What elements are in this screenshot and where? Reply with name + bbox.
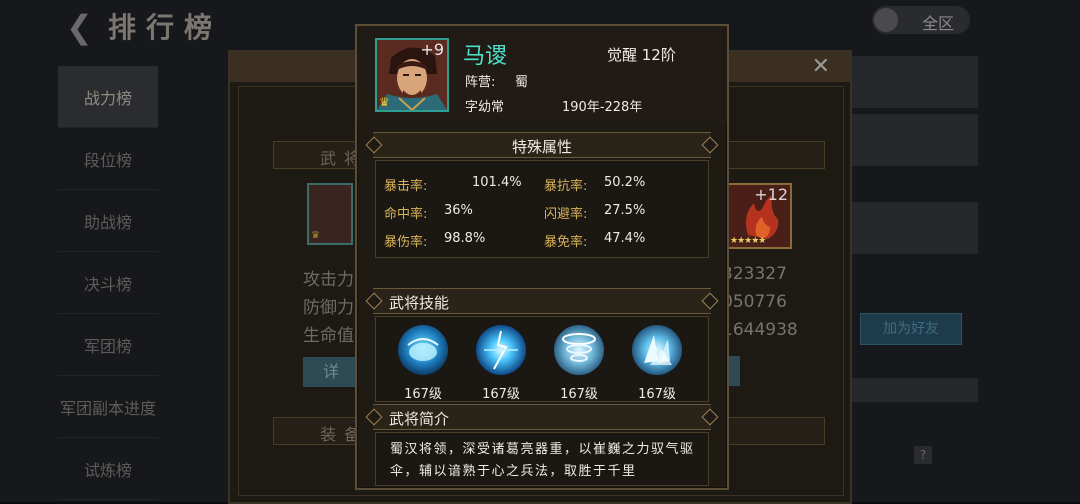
- lightning-icon: [484, 330, 518, 370]
- star-rating-icon: ★★★★★: [730, 236, 766, 246]
- shield-icon: [407, 338, 439, 361]
- skill-level: 167级: [404, 387, 442, 402]
- lightning-orb-skill-icon[interactable]: [476, 325, 526, 375]
- intro-title: 武将简介: [389, 410, 450, 428]
- attack-value: 323327: [722, 264, 787, 284]
- skill-level: 167级: [482, 387, 520, 402]
- attr-value-crit-immune: 47.4%: [604, 231, 646, 246]
- hero-portrait: +9 ♛: [375, 38, 449, 112]
- close-icon[interactable]: ✕: [812, 54, 830, 79]
- awaken-level: 觉醒 12阶: [607, 46, 676, 64]
- hero-header: +9 ♛ 马谡 觉醒 12阶 阵营: 蜀 字幼常 190年-228年: [357, 26, 727, 122]
- hp-value: 1644938: [722, 320, 798, 340]
- attr-label-crit-immune: 暴免率:: [544, 235, 588, 250]
- diamond-ornament-icon: [701, 292, 719, 310]
- add-friend-button[interactable]: 加为好友: [860, 313, 962, 345]
- side-item-power[interactable]: 战力榜: [58, 66, 158, 128]
- attr-value-dodge-rate: 27.5%: [604, 203, 646, 218]
- special-attrs-section-bar: 特殊属性: [365, 132, 719, 158]
- attr-label-crit-resist: 暴抗率:: [544, 179, 588, 194]
- diamond-ornament-icon: [365, 292, 383, 310]
- ranking-row[interactable]: [848, 378, 978, 402]
- ranking-row[interactable]: [848, 202, 978, 254]
- attr-label-dodge-rate: 闪避率:: [544, 207, 588, 222]
- page-title: 排行榜: [108, 11, 223, 44]
- tornado-icon: [562, 333, 596, 362]
- detail-button[interactable]: 详: [303, 357, 359, 387]
- stat-label-defense: 防御力: [303, 298, 354, 318]
- attr-label-crit-rate: 暴击率:: [384, 179, 428, 194]
- courtesy-name: 字幼常: [465, 100, 505, 115]
- intro-text: 蜀汉将领，深受诸葛亮器重，以崔巍之力驭气驱伞，辅以谙熟于心之兵法，取胜于千里: [390, 442, 695, 479]
- toggle-knob-icon: [874, 8, 898, 32]
- lifespan: 190年-228年: [562, 100, 643, 115]
- side-item-trial[interactable]: 试炼榜: [58, 438, 158, 500]
- side-item-assist[interactable]: 助战榜: [58, 190, 158, 252]
- skills-box: 167级 167级 167级 167级: [375, 316, 709, 402]
- faction-label: 阵营:: [465, 75, 496, 90]
- stat-label-hp: 生命值: [303, 326, 354, 346]
- side-item-rank[interactable]: 段位榜: [58, 128, 158, 190]
- attr-value-hit-rate: 36%: [444, 203, 473, 218]
- diamond-ornament-icon: [365, 408, 383, 426]
- hero-plus-badge: +9: [420, 40, 444, 59]
- crown-icon: ♛: [311, 230, 320, 241]
- special-attrs-title: 特殊属性: [511, 138, 572, 156]
- avatar[interactable]: ♛: [307, 183, 353, 245]
- attr-label-hit-rate: 命中率:: [384, 207, 428, 222]
- special-attrs-box: 暴击率: 101.4% 暴抗率: 50.2% 命中率: 36% 闪避率: 27.…: [375, 160, 709, 258]
- region-toggle[interactable]: 全区: [872, 6, 970, 34]
- faction-value: 蜀: [515, 75, 529, 90]
- equipped-hero-portrait[interactable]: +12 ★★★★★: [726, 183, 792, 249]
- defense-value: 050776: [722, 292, 787, 312]
- ranking-row[interactable]: [848, 56, 978, 108]
- water-shield-skill-icon[interactable]: [398, 325, 448, 375]
- ice-shard-icon: [644, 335, 672, 365]
- help-icon[interactable]: ?: [914, 446, 932, 464]
- skill-level: 167级: [638, 387, 676, 402]
- side-item-duel[interactable]: 决斗榜: [58, 252, 158, 314]
- side-item-legion[interactable]: 军团榜: [58, 314, 158, 376]
- hero-plus-level: +12: [754, 185, 788, 204]
- attr-value-crit-damage: 98.8%: [444, 231, 486, 246]
- ranking-row[interactable]: [848, 114, 978, 166]
- attr-value-crit-rate: 101.4%: [472, 175, 522, 190]
- back-arrow-icon[interactable]: ❮: [66, 8, 93, 46]
- hero-info-popup: +9 ♛ 马谡 觉醒 12阶 阵营: 蜀 字幼常 190年-228年 特殊属性 …: [355, 24, 729, 490]
- region-label: 全区: [922, 14, 955, 33]
- attr-value-crit-resist: 50.2%: [604, 175, 646, 190]
- hero-name: 马谡: [463, 44, 508, 69]
- crown-icon: ♛: [379, 95, 390, 109]
- skill-level: 167级: [560, 387, 598, 402]
- diamond-ornament-icon: [701, 408, 719, 426]
- skills-section-bar: 武将技能: [365, 288, 719, 314]
- side-item-legion-dungeon[interactable]: 军团副本进度: [58, 376, 158, 438]
- side-menu: 战力榜 段位榜 助战榜 决斗榜 军团榜 军团副本进度 试炼榜: [58, 66, 158, 500]
- whirlwind-skill-icon[interactable]: [554, 325, 604, 375]
- attr-label-crit-damage: 暴伤率:: [384, 235, 428, 250]
- intro-section-bar: 武将简介: [365, 404, 719, 430]
- skills-title: 武将技能: [389, 294, 450, 312]
- intro-box[interactable]: 蜀汉将领，深受诸葛亮器重，以崔巍之力驭气驱伞，辅以谙熟于心之兵法，取胜于千里: [375, 432, 709, 486]
- stat-label-attack: 攻击力: [303, 270, 354, 290]
- ice-shard-skill-icon[interactable]: [632, 325, 682, 375]
